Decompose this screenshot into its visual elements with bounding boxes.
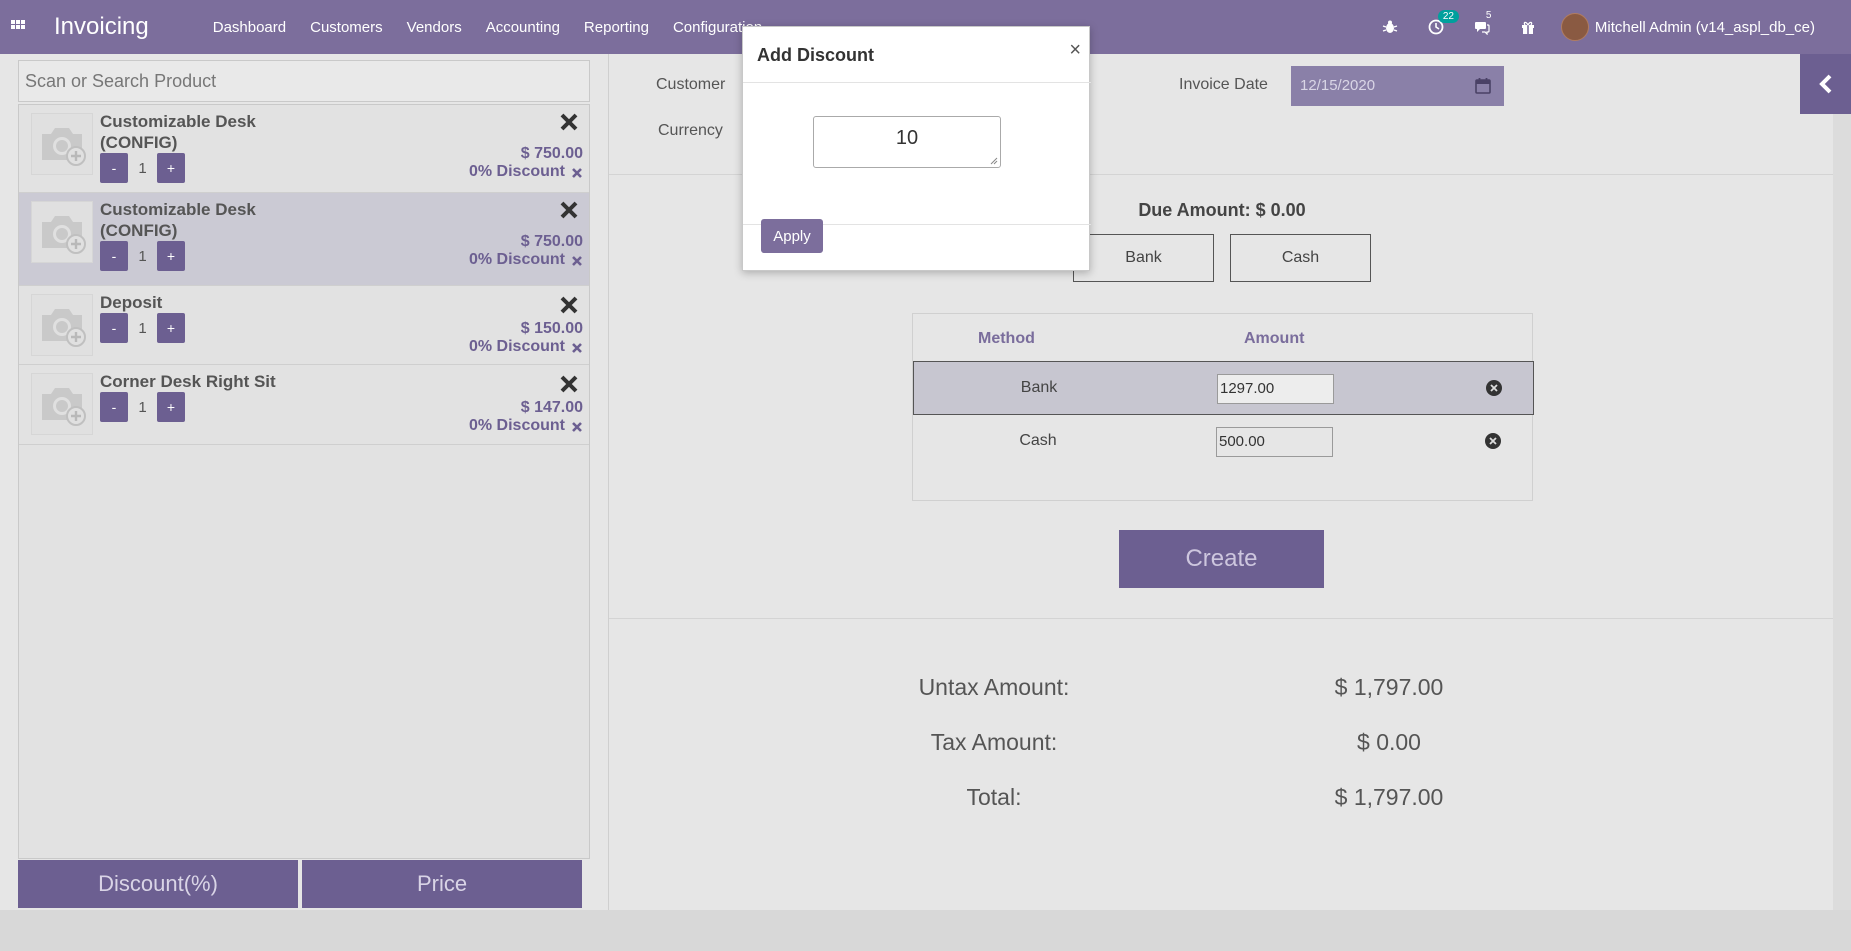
discount-input[interactable]: 10 bbox=[813, 116, 1001, 168]
dialog-title: Add Discount bbox=[757, 45, 874, 65]
discount-input-value: 10 bbox=[895, 127, 919, 149]
dialog-header: Add Discount × bbox=[743, 27, 1091, 83]
dialog-body: 10 bbox=[743, 83, 1091, 225]
resize-grip-icon[interactable] bbox=[990, 157, 998, 165]
close-icon[interactable]: × bbox=[1069, 39, 1081, 62]
apply-discount-button[interactable]: Apply bbox=[761, 219, 823, 253]
add-discount-dialog: Add Discount × 10 Apply bbox=[742, 26, 1091, 271]
